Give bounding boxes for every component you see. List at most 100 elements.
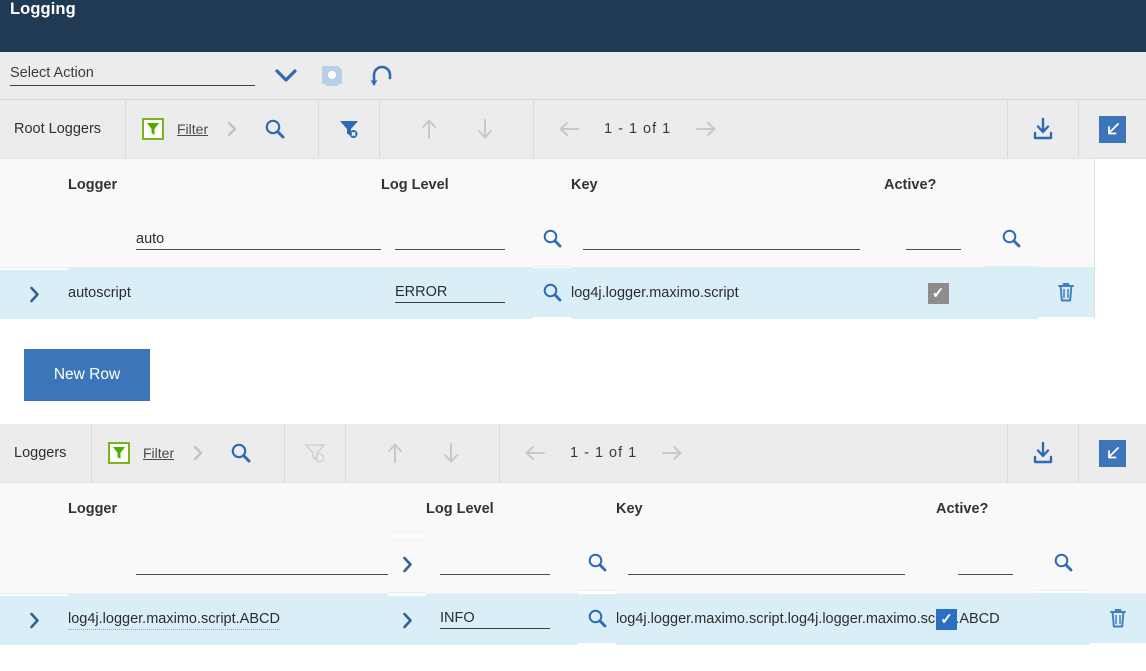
filter-key-input[interactable]	[583, 228, 860, 250]
loggers-section-label: Loggers	[0, 424, 92, 482]
revert-arrow-icon[interactable]	[365, 61, 399, 91]
filter-active-lookup-cell	[984, 211, 1038, 267]
filter-group: Filter	[92, 424, 285, 482]
collapse-diagonal-icon[interactable]	[1099, 115, 1126, 143]
filter-active-lookup-cell	[1036, 535, 1090, 591]
filter-level-cell	[381, 211, 533, 268]
col-expand	[0, 483, 68, 535]
row-expand-cell	[0, 270, 68, 319]
download-group	[1008, 100, 1079, 158]
collapse-group	[1079, 424, 1146, 482]
clear-filter-group	[285, 424, 346, 482]
section-loggers: Loggers Filter 1 - 1 of 1 Logger Log Lev…	[0, 424, 1146, 645]
filter-link[interactable]: Filter	[143, 445, 174, 461]
magnifier-icon[interactable]	[584, 606, 610, 632]
root-loggers-table: Logger Log Level Key Active? auto autosc…	[0, 159, 1094, 319]
checkmark-icon: ✓	[940, 610, 953, 628]
chevron-right-icon[interactable]	[28, 612, 41, 629]
row-log-level-value[interactable]: ERROR	[395, 284, 505, 303]
filter-funnel-green-icon[interactable]	[106, 440, 132, 466]
filter-active-input[interactable]	[906, 228, 961, 250]
action-bar: Select Action	[0, 52, 1146, 100]
magnifier-icon[interactable]	[998, 226, 1024, 252]
row-level-lookup-cell	[578, 594, 616, 643]
collapse-group	[1079, 100, 1146, 158]
magnifier-icon[interactable]	[539, 280, 565, 306]
save-disk-icon[interactable]	[315, 61, 349, 91]
col-logger: Logger	[68, 483, 388, 535]
arrow-right-icon	[659, 440, 685, 466]
filter-logger-detail-cell	[388, 537, 426, 593]
download-group	[1008, 424, 1079, 482]
row-log-level-value[interactable]: INFO	[440, 610, 550, 629]
trash-icon[interactable]	[1053, 279, 1079, 305]
row-logger-value[interactable]: log4j.logger.maximo.script.ABCD	[68, 611, 280, 631]
filter-logger-input[interactable]: auto	[136, 228, 413, 250]
filter-log-level-input[interactable]	[395, 228, 505, 250]
col-level-lookup	[533, 159, 571, 211]
col-active-search	[984, 159, 1038, 211]
row-logger-value[interactable]: autoscript	[68, 267, 381, 319]
table-row[interactable]: log4j.logger.maximo.script.ABCD INFO log…	[0, 593, 1146, 645]
arrow-up-icon	[416, 116, 442, 142]
arrow-up-icon	[382, 440, 408, 466]
section-root-loggers: Root Loggers Filter 1 - 1 of 1 Logger Lo…	[0, 100, 1146, 424]
active-checkbox[interactable]: ✓	[936, 608, 957, 630]
root-loggers-grid-wrap: Logger Log Level Key Active? auto autosc…	[0, 159, 1095, 319]
filter-log-level-input[interactable]	[440, 553, 550, 575]
chevron-right-icon[interactable]	[401, 612, 414, 629]
chevron-right-icon[interactable]	[401, 556, 414, 573]
arrow-down-icon	[438, 440, 464, 466]
row-active-search-cell	[984, 267, 1038, 319]
download-icon[interactable]	[1030, 440, 1056, 466]
filter-key-cell	[571, 211, 884, 268]
filter-link[interactable]: Filter	[177, 121, 208, 137]
pagination-group: 1 - 1 of 1	[500, 424, 726, 482]
filter-funnel-green-icon[interactable]	[140, 116, 166, 142]
download-icon[interactable]	[1030, 116, 1056, 142]
collapse-diagonal-icon[interactable]	[1099, 439, 1126, 467]
trash-icon[interactable]	[1105, 605, 1131, 631]
table-row[interactable]: autoscript ERROR log4j.logger.maximo.scr…	[0, 267, 1094, 319]
pagination-text: 1 - 1 of 1	[570, 445, 638, 461]
clear-filter-funnel-icon	[302, 440, 328, 466]
col-log-level: Log Level	[426, 483, 578, 535]
magnifier-icon[interactable]	[1050, 550, 1076, 576]
filter-row: auto	[0, 211, 1094, 268]
new-row-button[interactable]: New Row	[24, 349, 150, 401]
col-logger-detail	[388, 483, 426, 535]
filter-active-input[interactable]	[958, 553, 1013, 575]
page-title: Logging	[10, 0, 76, 18]
table-header-row: Logger Log Level Key Active?	[0, 159, 1094, 211]
clear-filter-group	[319, 100, 380, 158]
chevron-right-icon[interactable]	[28, 286, 41, 303]
col-key: Key	[571, 159, 884, 211]
chevron-down-icon[interactable]	[273, 63, 299, 89]
filter-key-input[interactable]	[628, 553, 905, 575]
chevron-right-icon[interactable]	[185, 440, 211, 466]
select-action-dropdown[interactable]: Select Action	[10, 65, 255, 86]
row-level-lookup-cell	[533, 268, 571, 317]
search-icon[interactable]	[228, 440, 254, 466]
magnifier-icon[interactable]	[539, 226, 565, 252]
arrow-left-icon	[522, 440, 548, 466]
magnifier-icon[interactable]	[584, 550, 610, 576]
row-delete-cell	[1038, 267, 1094, 317]
chevron-right-icon[interactable]	[219, 116, 245, 142]
row-expand-cell	[0, 596, 68, 645]
filter-delete-cell	[1038, 211, 1094, 268]
col-level-lookup	[578, 483, 616, 535]
search-icon[interactable]	[262, 116, 288, 142]
filter-level-cell	[426, 535, 578, 594]
filter-logger-input[interactable]	[136, 553, 413, 575]
arrow-down-icon	[472, 116, 498, 142]
pagination-text: 1 - 1 of 1	[604, 121, 672, 137]
row-level-cell: INFO	[426, 593, 578, 645]
filter-delete-cell	[1090, 535, 1146, 594]
col-active-search	[1036, 483, 1090, 535]
root-loggers-section-label: Root Loggers	[0, 100, 126, 158]
clear-filter-funnel-icon[interactable]	[336, 116, 362, 142]
col-delete	[1038, 159, 1094, 211]
loggers-toolbar: Loggers Filter 1 - 1 of 1	[0, 424, 1146, 483]
filter-key-cell	[616, 535, 936, 594]
